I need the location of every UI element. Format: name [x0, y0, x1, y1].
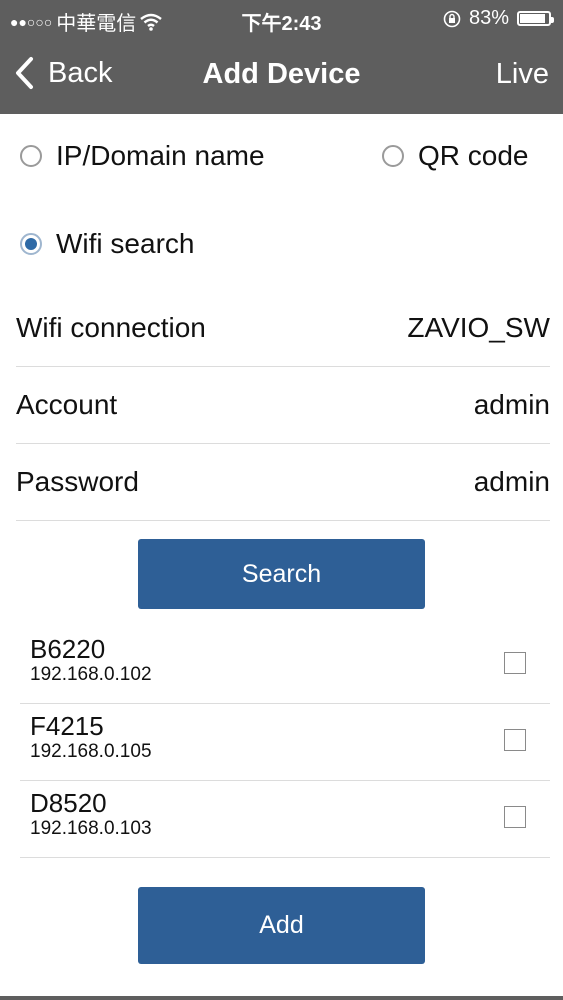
password-row: Password admin	[16, 443, 550, 521]
account-field[interactable]: admin	[474, 389, 550, 421]
bottom-edge	[0, 996, 563, 1000]
device-name: B6220	[30, 634, 106, 664]
radio-wifi-search[interactable]: Wifi search	[20, 228, 194, 260]
password-label: Password	[16, 465, 139, 497]
device-checkbox[interactable]	[504, 729, 526, 751]
device-checkbox[interactable]	[504, 806, 526, 828]
radio-qr-code[interactable]: QR code	[382, 140, 529, 172]
status-right: 83%	[443, 7, 554, 30]
radio-selected-icon	[20, 233, 42, 255]
wifi-connection-label: Wifi connection	[16, 311, 206, 343]
radio-ip-domain[interactable]: IP/Domain name	[20, 140, 265, 172]
device-ip: 192.168.0.105	[30, 741, 152, 762]
back-button[interactable]: Back	[14, 56, 112, 90]
device-ip: 192.168.0.102	[30, 664, 152, 685]
account-label: Account	[16, 388, 118, 420]
live-button[interactable]: Live	[496, 58, 549, 91]
device-ip: 192.168.0.103	[30, 818, 152, 839]
radio-icon	[20, 145, 42, 167]
radio-label: IP/Domain name	[56, 140, 265, 171]
navigation-bar: Back Add Device Live	[0, 38, 563, 114]
status-bar: ●●○○○ 中華電信 下午2:43 83%	[0, 0, 563, 38]
radio-label: Wifi search	[56, 228, 195, 259]
radio-label: QR code	[418, 140, 529, 171]
search-button[interactable]: Search	[138, 539, 425, 609]
battery-percent: 83%	[468, 7, 509, 29]
wifi-connection-row: Wifi connection ZAVIO_SW	[16, 289, 550, 367]
device-name: F4215	[30, 711, 104, 741]
password-field[interactable]: admin	[474, 466, 550, 498]
radio-icon	[382, 145, 404, 167]
add-button[interactable]: Add	[138, 887, 425, 964]
wifi-connection-field[interactable]: ZAVIO_SW	[407, 312, 550, 344]
orientation-lock-icon	[443, 10, 461, 27]
back-label: Back	[48, 56, 113, 89]
device-list-item[interactable]: D8520 192.168.0.103	[20, 780, 550, 858]
device-list-item[interactable]: B6220 192.168.0.102	[20, 626, 550, 704]
chevron-left-icon	[16, 57, 33, 89]
device-list-item[interactable]: F4215 192.168.0.105	[20, 703, 550, 781]
account-row: Account admin	[16, 366, 550, 444]
device-checkbox[interactable]	[504, 652, 526, 674]
battery-icon	[517, 11, 554, 26]
device-name: D8520	[30, 788, 107, 818]
